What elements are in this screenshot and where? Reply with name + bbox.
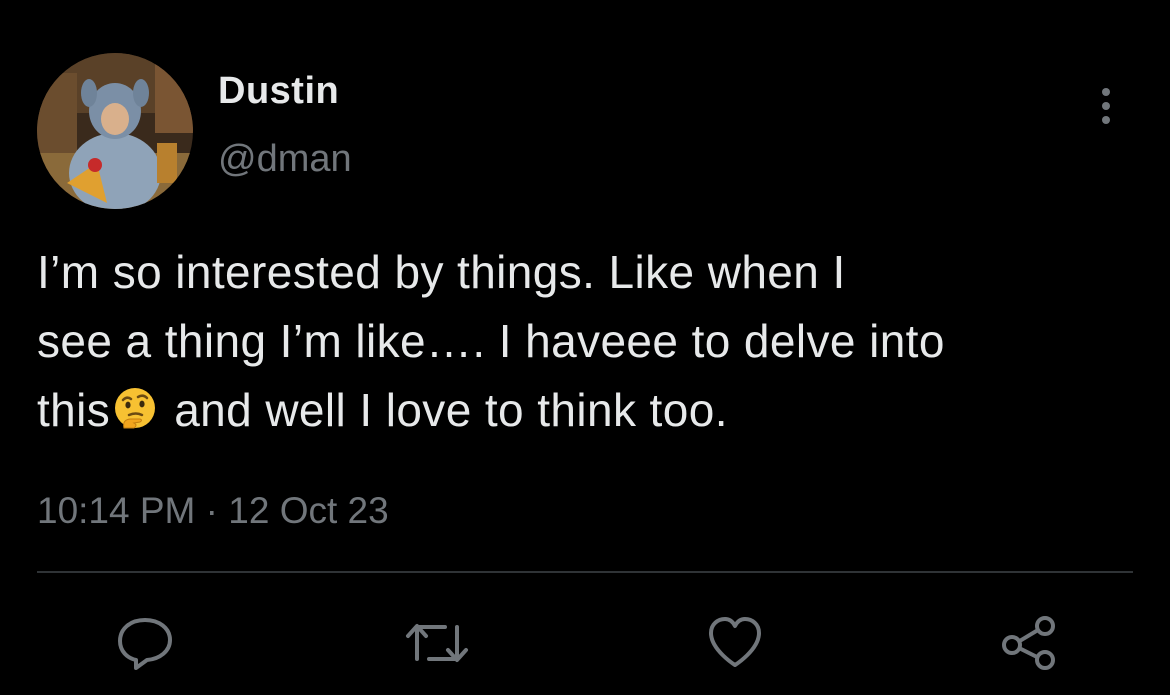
display-name[interactable]: Dustin (218, 68, 339, 114)
action-bar (0, 615, 1170, 671)
tweet-date: 12 Oct 23 (228, 490, 389, 531)
like-button[interactable] (706, 615, 764, 671)
reply-button[interactable] (116, 615, 174, 671)
tweet-text-after-emoji: and well I love to think too. (174, 384, 728, 436)
tweet-line: see a thing I’m like…. I haveee to delve… (37, 315, 945, 367)
share-button[interactable] (1000, 615, 1058, 671)
avatar[interactable] (37, 53, 193, 209)
tweet-time: 10:14 PM (37, 490, 196, 531)
tweet-timestamp[interactable]: 10:14 PM · 12 Oct 23 (37, 488, 389, 534)
retweet-button[interactable] (405, 615, 468, 671)
heart-icon (709, 617, 761, 667)
share-nodes-icon (1002, 616, 1055, 670)
more-options-icon[interactable] (1092, 84, 1120, 128)
meta-separator: · (205, 490, 218, 531)
tweet-text-before-emoji: this (37, 384, 111, 436)
speech-bubble-icon (118, 618, 172, 670)
divider (37, 571, 1133, 573)
tweet-line: this and well I love to think too. (37, 376, 1137, 445)
user-handle[interactable]: @dman (218, 136, 352, 182)
thinking-face-emoji-icon (115, 388, 156, 429)
tweet-text: I’m so interested by things. Like when I… (37, 238, 1137, 445)
tweet-line: I’m so interested by things. Like when I (37, 246, 846, 298)
retweet-arrows-icon (406, 624, 468, 662)
